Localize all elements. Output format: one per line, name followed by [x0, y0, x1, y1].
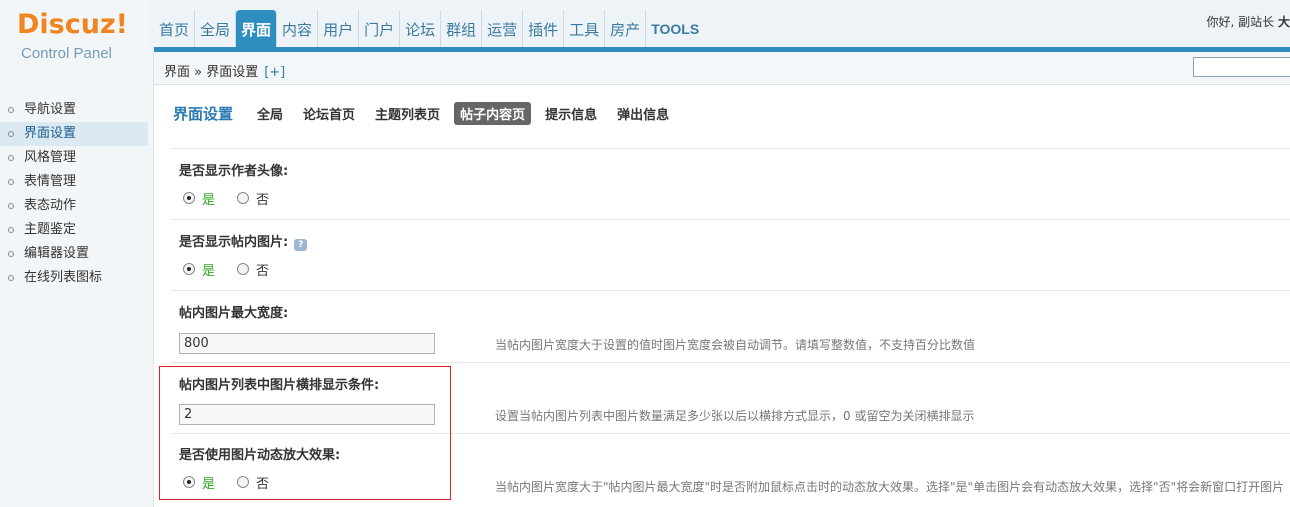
- logo-title: Discuz!: [17, 9, 128, 40]
- radio-group-avatar: 是 否: [183, 189, 269, 208]
- sidebar-item-interface[interactable]: 界面设置: [0, 122, 148, 146]
- tab-forum-home[interactable]: 论坛首页: [297, 102, 361, 125]
- nav-tab-plugins[interactable]: 插件: [523, 10, 565, 48]
- bullet-icon: [8, 107, 14, 113]
- sidebar-item-smilies[interactable]: 表情管理: [0, 170, 148, 194]
- sub-tabs: 界面设置 全局 论坛首页 主题列表页 帖子内容页 提示信息 弹出信息: [155, 100, 1290, 126]
- sidebar-item-label: 编辑器设置: [24, 246, 90, 261]
- zoom-effect-hint: 当帖内图片宽度大于"帖内图片最大宽度"时是否附加鼠标点击时的动态放大效果。选择"…: [495, 480, 1285, 494]
- nav-tab-operations[interactable]: 运营: [482, 10, 524, 48]
- user-greeting: 你好, 副站长 大: [1207, 13, 1290, 30]
- sidebar-item-styles[interactable]: 风格管理: [0, 146, 148, 170]
- max-width-input[interactable]: 800: [179, 333, 435, 354]
- radio-avatar-yes[interactable]: [183, 192, 195, 204]
- sidebar-item-thread-stamps[interactable]: 主题鉴定: [0, 218, 148, 242]
- tab-popups[interactable]: 弹出信息: [611, 102, 675, 125]
- main-content: 界面设置 全局 论坛首页 主题列表页 帖子内容页 提示信息 弹出信息 是否显示作…: [155, 86, 1290, 507]
- sidebar-item-label: 在线列表图标: [24, 270, 103, 285]
- radio-inline-images-no[interactable]: [237, 263, 250, 275]
- tab-global[interactable]: 全局: [251, 102, 289, 125]
- radio-group-inline-images: 是 否: [183, 260, 269, 279]
- help-icon[interactable]: ?: [294, 239, 308, 251]
- divider: [171, 219, 1290, 220]
- nav-tab-realestate[interactable]: 房产: [605, 10, 647, 48]
- sidebar-item-label: 主题鉴定: [24, 222, 77, 237]
- nav-tab-forum[interactable]: 论坛: [400, 10, 442, 48]
- sidebar-item-label: 表态动作: [24, 198, 77, 213]
- setting-label-avatar: 是否显示作者头像:: [179, 164, 289, 179]
- breadcrumb-bar: 界面 » 界面设置 [+]: [154, 52, 1290, 85]
- nav-tab-interface[interactable]: 界面: [236, 10, 278, 48]
- bullet-icon: [8, 251, 14, 257]
- sidebar-item-online-icons[interactable]: 在线列表图标: [0, 266, 148, 290]
- radio-inline-images-yes[interactable]: [183, 263, 195, 275]
- divider: [171, 148, 1290, 149]
- bullet-icon: [8, 203, 14, 209]
- nav-tab-tools[interactable]: 工具: [564, 10, 606, 48]
- tab-thread-list[interactable]: 主题列表页: [369, 102, 446, 125]
- logo-subtitle: Control Panel: [21, 45, 112, 62]
- add-shortcut-button[interactable]: [+]: [264, 65, 285, 80]
- divider: [171, 290, 1290, 291]
- username[interactable]: 大: [1278, 15, 1290, 29]
- horizontal-condition-hint: 设置当帖内图片列表中图片数量满足多少张以后以横排方式显示，0 或留空为关闭横排显…: [495, 409, 975, 423]
- tab-post-content[interactable]: 帖子内容页: [454, 101, 532, 125]
- radio-label-yes[interactable]: 是: [202, 189, 215, 208]
- divider: [171, 362, 1290, 363]
- highlight-box: [159, 366, 451, 500]
- radio-label-no[interactable]: 否: [256, 189, 269, 208]
- page-title: 界面设置: [173, 104, 234, 123]
- max-width-hint: 当帖内图片宽度大于设置的值时图片宽度会被自动调节。请填写整数值，不支持百分比数值: [495, 338, 976, 352]
- bullet-icon: [8, 179, 14, 185]
- greeting-text: 你好, 副站长: [1206, 15, 1275, 29]
- sidebar-item-clicks[interactable]: 表态动作: [0, 194, 148, 218]
- setting-label-inline-images: 是否显示帖内图片:?: [179, 231, 308, 251]
- bullet-icon: [8, 155, 14, 161]
- sidebar-item-label: 表情管理: [24, 174, 77, 189]
- sidebar-item-label: 导航设置: [24, 102, 77, 117]
- sidebar-item-label: 风格管理: [24, 150, 77, 165]
- top-navigation: 首页 全局 界面 内容 用户 门户 论坛 群组 运营 插件 工具 房产 TOOL…: [154, 10, 704, 48]
- nav-tab-tools-en[interactable]: TOOLS: [646, 10, 704, 48]
- bullet-icon: [8, 131, 14, 137]
- sidebar: 导航设置 界面设置 风格管理 表情管理 表态动作 主题鉴定 编辑器设置 在线列表…: [0, 82, 148, 507]
- setting-label-max-width: 帖内图片最大宽度:: [179, 306, 289, 321]
- logo[interactable]: Discuz! Control Panel: [0, 0, 148, 82]
- sidebar-item-label: 界面设置: [24, 126, 77, 141]
- nav-tab-portal[interactable]: 门户: [359, 10, 401, 48]
- search-input[interactable]: [1193, 57, 1290, 77]
- tab-messages[interactable]: 提示信息: [539, 102, 603, 125]
- radio-label-yes[interactable]: 是: [202, 260, 215, 279]
- nav-tab-groups[interactable]: 群组: [441, 10, 483, 48]
- nav-tab-home[interactable]: 首页: [154, 10, 196, 48]
- sidebar-divider: [148, 52, 154, 507]
- radio-avatar-no[interactable]: [237, 192, 250, 204]
- nav-tab-users[interactable]: 用户: [318, 10, 360, 48]
- bullet-icon: [8, 227, 14, 233]
- sidebar-item-editor[interactable]: 编辑器设置: [0, 242, 148, 266]
- nav-tab-content[interactable]: 内容: [277, 10, 319, 48]
- radio-label-no[interactable]: 否: [256, 260, 269, 279]
- breadcrumb: 界面 » 界面设置 [+]: [164, 61, 285, 80]
- bullet-icon: [8, 275, 14, 281]
- sidebar-item-navigation[interactable]: 导航设置: [0, 98, 148, 122]
- nav-tab-global[interactable]: 全局: [195, 10, 237, 48]
- breadcrumb-path[interactable]: 界面 » 界面设置: [164, 65, 258, 80]
- setting-label-text: 是否显示帖内图片:: [179, 235, 289, 250]
